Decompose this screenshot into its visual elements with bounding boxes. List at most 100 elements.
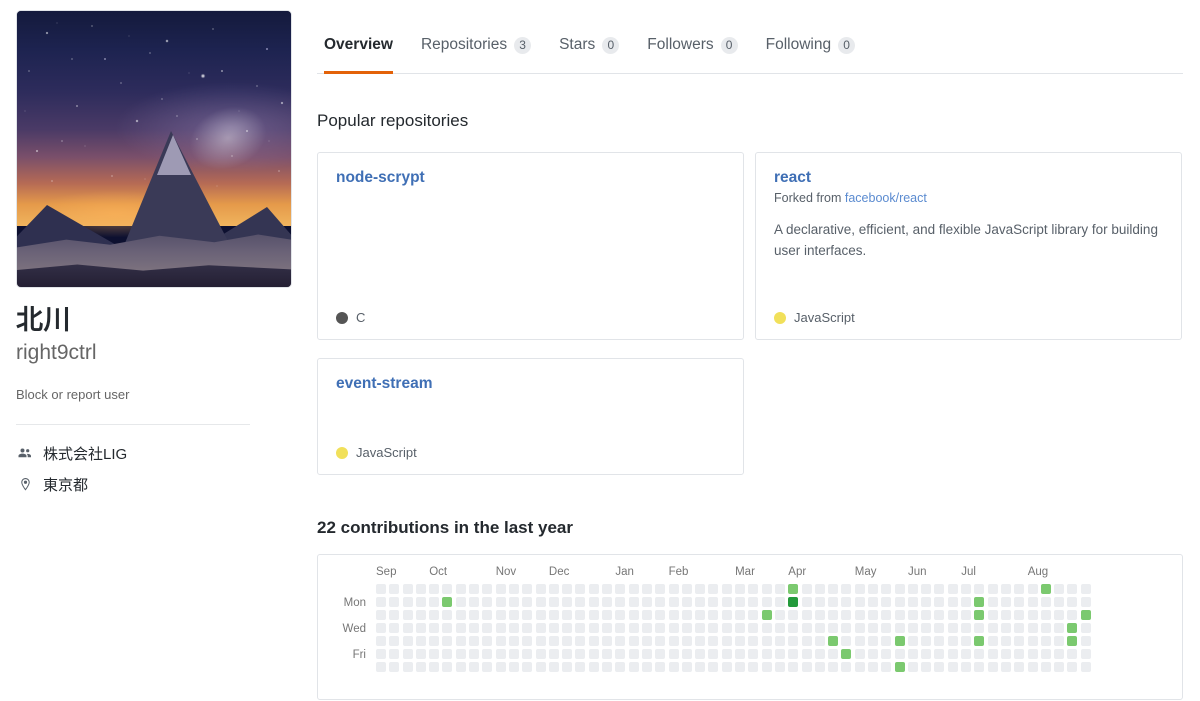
- contribution-day-cell[interactable]: [1054, 636, 1064, 646]
- contribution-day-cell[interactable]: [642, 597, 652, 607]
- contribution-day-cell[interactable]: [895, 662, 905, 672]
- contribution-day-cell[interactable]: [589, 597, 599, 607]
- contribution-day-cell[interactable]: [1028, 636, 1038, 646]
- contribution-day-cell[interactable]: [815, 597, 825, 607]
- contribution-day-cell[interactable]: [1001, 584, 1011, 594]
- contribution-day-cell[interactable]: [841, 636, 851, 646]
- contribution-day-cell[interactable]: [1054, 649, 1064, 659]
- contribution-day-cell[interactable]: [509, 610, 519, 620]
- contribution-day-cell[interactable]: [482, 584, 492, 594]
- contribution-day-cell[interactable]: [403, 610, 413, 620]
- contribution-day-cell[interactable]: [615, 649, 625, 659]
- contribution-day-cell[interactable]: [855, 597, 865, 607]
- contribution-day-cell[interactable]: [509, 623, 519, 633]
- contribution-day-cell[interactable]: [416, 610, 426, 620]
- contribution-day-cell[interactable]: [722, 649, 732, 659]
- contribution-day-cell[interactable]: [629, 610, 639, 620]
- contribution-day-cell[interactable]: [1041, 584, 1051, 594]
- contribution-day-cell[interactable]: [1081, 597, 1091, 607]
- contribution-day-cell[interactable]: [389, 636, 399, 646]
- contribution-day-cell[interactable]: [549, 662, 559, 672]
- contribution-day-cell[interactable]: [403, 636, 413, 646]
- contribution-day-cell[interactable]: [416, 649, 426, 659]
- contribution-day-cell[interactable]: [1081, 662, 1091, 672]
- contribution-day-cell[interactable]: [802, 649, 812, 659]
- contribution-day-cell[interactable]: [775, 597, 785, 607]
- contribution-day-cell[interactable]: [589, 623, 599, 633]
- contribution-day-cell[interactable]: [602, 649, 612, 659]
- tab-followers[interactable]: Followers0: [633, 36, 751, 73]
- contribution-day-cell[interactable]: [1001, 623, 1011, 633]
- contribution-day-cell[interactable]: [934, 649, 944, 659]
- contribution-day-cell[interactable]: [988, 584, 998, 594]
- contribution-day-cell[interactable]: [1081, 610, 1091, 620]
- contribution-day-cell[interactable]: [629, 584, 639, 594]
- contribution-day-cell[interactable]: [908, 662, 918, 672]
- contribution-day-cell[interactable]: [988, 649, 998, 659]
- contribution-day-cell[interactable]: [974, 597, 984, 607]
- contribution-day-cell[interactable]: [881, 623, 891, 633]
- contribution-day-cell[interactable]: [669, 597, 679, 607]
- contribution-day-cell[interactable]: [496, 597, 506, 607]
- contribution-day-cell[interactable]: [602, 636, 612, 646]
- contribution-day-cell[interactable]: [482, 662, 492, 672]
- contribution-day-cell[interactable]: [1014, 610, 1024, 620]
- contribution-day-cell[interactable]: [1081, 649, 1091, 659]
- contribution-day-cell[interactable]: [881, 662, 891, 672]
- contribution-day-cell[interactable]: [1067, 584, 1077, 594]
- contribution-day-cell[interactable]: [442, 623, 452, 633]
- contribution-day-cell[interactable]: [562, 623, 572, 633]
- contribution-day-cell[interactable]: [602, 597, 612, 607]
- contribution-day-cell[interactable]: [908, 649, 918, 659]
- contribution-day-cell[interactable]: [815, 649, 825, 659]
- contribution-day-cell[interactable]: [762, 649, 772, 659]
- contribution-day-cell[interactable]: [934, 636, 944, 646]
- contribution-day-cell[interactable]: [695, 584, 705, 594]
- contribution-day-cell[interactable]: [562, 636, 572, 646]
- contribution-day-cell[interactable]: [469, 636, 479, 646]
- contribution-day-cell[interactable]: [669, 584, 679, 594]
- contribution-day-cell[interactable]: [456, 597, 466, 607]
- contribution-day-cell[interactable]: [748, 649, 758, 659]
- contribution-day-cell[interactable]: [615, 662, 625, 672]
- contribution-day-cell[interactable]: [456, 584, 466, 594]
- block-or-report-user-link[interactable]: Block or report user: [16, 387, 292, 402]
- contribution-day-cell[interactable]: [682, 649, 692, 659]
- contribution-day-cell[interactable]: [802, 636, 812, 646]
- contribution-day-cell[interactable]: [416, 597, 426, 607]
- contribution-day-cell[interactable]: [642, 636, 652, 646]
- contribution-day-cell[interactable]: [934, 623, 944, 633]
- contribution-day-cell[interactable]: [509, 584, 519, 594]
- contribution-day-cell[interactable]: [469, 597, 479, 607]
- contribution-day-cell[interactable]: [376, 584, 386, 594]
- contribution-day-cell[interactable]: [695, 610, 705, 620]
- contribution-day-cell[interactable]: [469, 610, 479, 620]
- contribution-day-cell[interactable]: [629, 649, 639, 659]
- repository-card[interactable]: event-streamJavaScript: [317, 358, 744, 475]
- contribution-day-cell[interactable]: [575, 623, 585, 633]
- contribution-day-cell[interactable]: [855, 649, 865, 659]
- contribution-day-cell[interactable]: [642, 584, 652, 594]
- contribution-day-cell[interactable]: [881, 636, 891, 646]
- contribution-day-cell[interactable]: [589, 610, 599, 620]
- repository-card[interactable]: reactForked from facebook/reactA declara…: [755, 152, 1182, 340]
- contribution-day-cell[interactable]: [442, 636, 452, 646]
- contribution-day-cell[interactable]: [855, 662, 865, 672]
- contribution-day-cell[interactable]: [416, 636, 426, 646]
- contribution-day-cell[interactable]: [1001, 662, 1011, 672]
- contribution-day-cell[interactable]: [682, 597, 692, 607]
- contribution-day-cell[interactable]: [682, 662, 692, 672]
- contribution-day-cell[interactable]: [589, 662, 599, 672]
- contribution-day-cell[interactable]: [828, 623, 838, 633]
- contribution-day-cell[interactable]: [762, 597, 772, 607]
- contribution-day-cell[interactable]: [895, 610, 905, 620]
- contribution-day-cell[interactable]: [974, 584, 984, 594]
- contribution-day-cell[interactable]: [1081, 636, 1091, 646]
- contribution-day-cell[interactable]: [575, 584, 585, 594]
- contribution-day-cell[interactable]: [376, 623, 386, 633]
- contribution-day-cell[interactable]: [575, 610, 585, 620]
- contribution-day-cell[interactable]: [615, 584, 625, 594]
- contribution-day-cell[interactable]: [868, 610, 878, 620]
- contribution-day-cell[interactable]: [934, 610, 944, 620]
- contribution-day-cell[interactable]: [775, 584, 785, 594]
